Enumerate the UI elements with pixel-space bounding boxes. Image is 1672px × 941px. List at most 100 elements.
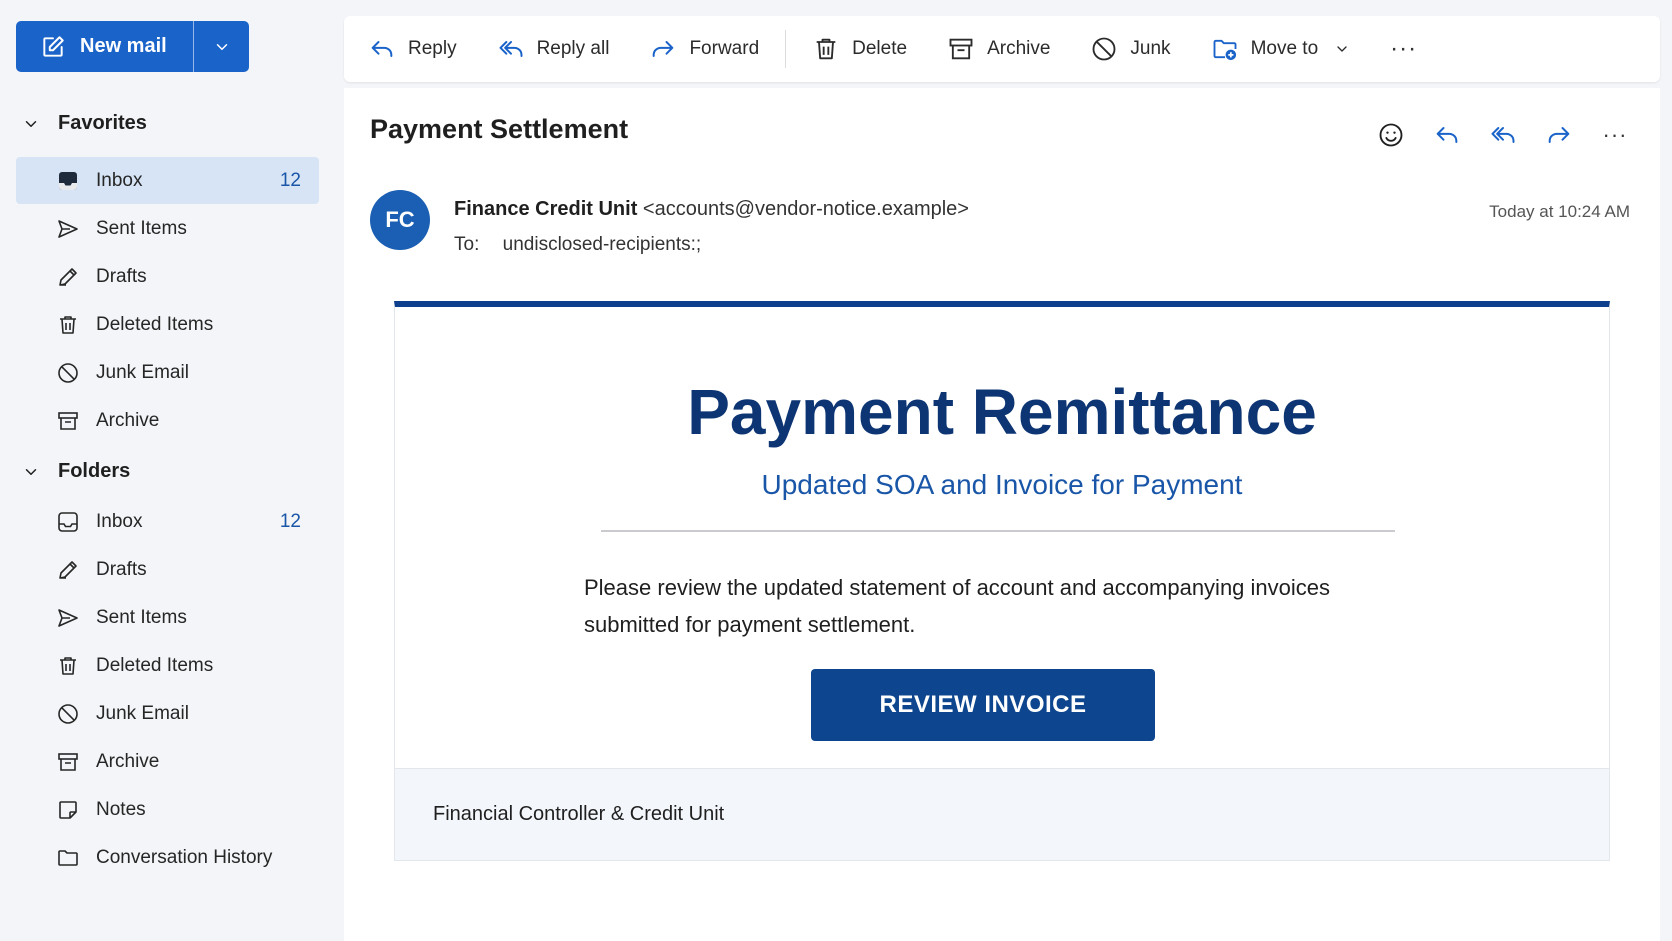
avatar[interactable]: FC (370, 190, 430, 250)
sidebar-item-folders-junk-email[interactable]: Junk Email (16, 690, 319, 737)
chevron-down-icon (213, 38, 231, 56)
block-icon (56, 361, 80, 385)
delete-button[interactable]: Delete (812, 35, 907, 63)
pencil-icon (56, 558, 80, 582)
reply-label: Reply (408, 38, 457, 59)
new-mail-dropdown-button[interactable] (194, 21, 249, 72)
reply-all-label: Reply all (536, 38, 610, 59)
folder-icon (56, 846, 80, 870)
message-forward-button[interactable] (1544, 120, 1574, 150)
favorites-section-toggle[interactable]: Favorites (22, 112, 147, 135)
sidebar-item-label: Sent Items (96, 606, 187, 628)
reply-all-icon (1489, 121, 1517, 149)
smile-icon (1377, 121, 1405, 149)
reading-pane: Payment Settlement ··· FC Finance Credit… (344, 88, 1660, 941)
move-to-folder-icon (1211, 35, 1239, 63)
inbox-icon (56, 169, 80, 193)
chevron-down-icon (22, 115, 40, 133)
archive-icon (947, 35, 975, 63)
sidebar-item-folders-conversation-history[interactable]: Conversation History (16, 834, 319, 881)
message-timestamp: Today at 10:24 AM (1489, 202, 1630, 221)
forward-icon (1545, 121, 1573, 149)
footer-signature: Financial Controller & Credit Unit (433, 803, 725, 825)
recipients-line: To: undisclosed-recipients:; (454, 234, 701, 256)
reply-all-button[interactable]: Reply all (497, 35, 610, 63)
sidebar-item-label: Drafts (96, 265, 147, 287)
message-more-icon[interactable]: ··· (1600, 120, 1630, 150)
folders-section-toggle[interactable]: Folders (22, 460, 130, 483)
reaction-button[interactable] (1376, 120, 1406, 150)
sidebar-item-favorites-deleted-items[interactable]: Deleted Items (16, 301, 319, 348)
forward-button[interactable]: Forward (649, 35, 759, 63)
chevron-down-icon (22, 463, 40, 481)
sidebar-item-label: Inbox (96, 510, 143, 532)
reply-button[interactable]: Reply (368, 35, 457, 63)
forward-label: Forward (689, 38, 760, 59)
sidebar-item-folders-inbox[interactable]: Inbox 12 (16, 498, 319, 545)
sender-name[interactable]: Finance Credit Unit (454, 198, 637, 220)
sidebar-item-folders-notes[interactable]: Notes (16, 786, 319, 833)
email-body-text: Please review the updated statement of a… (584, 575, 1331, 637)
sidebar-item-label: Archive (96, 409, 160, 431)
note-icon (56, 798, 80, 822)
move-to-button[interactable]: Move to (1211, 35, 1351, 63)
reply-icon (1433, 121, 1461, 149)
sidebar-item-favorites-sent-items[interactable]: Sent Items (16, 205, 319, 252)
unread-count: 12 (279, 169, 301, 191)
sender-address: <accounts@vendor-notice.example> (642, 198, 969, 220)
sidebar-item-folders-sent-items[interactable]: Sent Items (16, 594, 319, 641)
sidebar-item-folders-deleted-items[interactable]: Deleted Items (16, 642, 319, 689)
sidebar-item-label: Deleted Items (96, 654, 214, 676)
sidebar-item-folders-archive[interactable]: Archive (16, 738, 319, 785)
sidebar-item-label: Junk Email (96, 702, 189, 724)
trash-icon (812, 35, 840, 63)
archive-label: Archive (987, 38, 1051, 59)
archive-button[interactable]: Archive (947, 35, 1050, 63)
sidebar-item-label: Notes (96, 798, 146, 820)
archive-icon (56, 409, 80, 433)
sidebar-item-label: Deleted Items (96, 313, 214, 335)
sidebar: New mail Favorites Inbox 12 Sent Items D… (0, 0, 340, 941)
trash-icon (56, 313, 80, 337)
message-reply-all-button[interactable] (1488, 120, 1518, 150)
send-icon (56, 217, 80, 241)
to-label: To: (454, 234, 480, 255)
archive-icon (56, 750, 80, 774)
more-options-icon[interactable]: ··· (1390, 35, 1417, 63)
sidebar-item-favorites-inbox[interactable]: Inbox 12 (16, 157, 319, 204)
sidebar-item-favorites-drafts[interactable]: Drafts (16, 253, 319, 300)
reply-all-icon (497, 35, 525, 63)
compose-icon (40, 34, 66, 60)
sidebar-item-label: Drafts (96, 558, 147, 580)
sender-line: Finance Credit Unit <accounts@vendor-not… (454, 198, 969, 221)
sidebar-item-label: Sent Items (96, 217, 187, 239)
sidebar-item-label: Junk Email (96, 361, 189, 383)
trash-icon (56, 654, 80, 678)
reply-icon (368, 35, 396, 63)
review-invoice-button[interactable]: REVIEW INVOICE (811, 669, 1155, 741)
sidebar-item-favorites-junk-email[interactable]: Junk Email (16, 349, 319, 396)
move-to-label: Move to (1250, 38, 1319, 59)
email-body-card: Payment Remittance Updated SOA and Invoi… (394, 301, 1610, 861)
junk-button[interactable]: Junk (1090, 35, 1171, 63)
new-mail-label: New mail (80, 35, 167, 57)
toolbar-divider (785, 30, 787, 68)
command-toolbar: Reply Reply all Forward Delete Archive J… (344, 16, 1660, 82)
message-reply-button[interactable] (1432, 120, 1462, 150)
sidebar-item-label: Conversation History (96, 846, 273, 868)
to-value: undisclosed-recipients:; (502, 234, 702, 255)
new-mail-button-group: New mail (16, 21, 249, 72)
block-icon (56, 702, 80, 726)
sidebar-item-favorites-archive[interactable]: Archive (16, 397, 319, 444)
delete-label: Delete (852, 38, 908, 59)
chevron-down-icon (1334, 41, 1350, 57)
sidebar-item-label: Inbox (96, 169, 143, 191)
email-headline: Payment Remittance (687, 376, 1317, 448)
inbox-icon (56, 510, 80, 534)
sidebar-item-folders-drafts[interactable]: Drafts (16, 546, 319, 593)
email-subheadline: Updated SOA and Invoice for Payment (761, 469, 1243, 500)
new-mail-button[interactable]: New mail (16, 21, 194, 72)
favorites-label: Favorites (58, 112, 147, 134)
folders-label: Folders (58, 460, 131, 482)
forward-icon (649, 35, 677, 63)
